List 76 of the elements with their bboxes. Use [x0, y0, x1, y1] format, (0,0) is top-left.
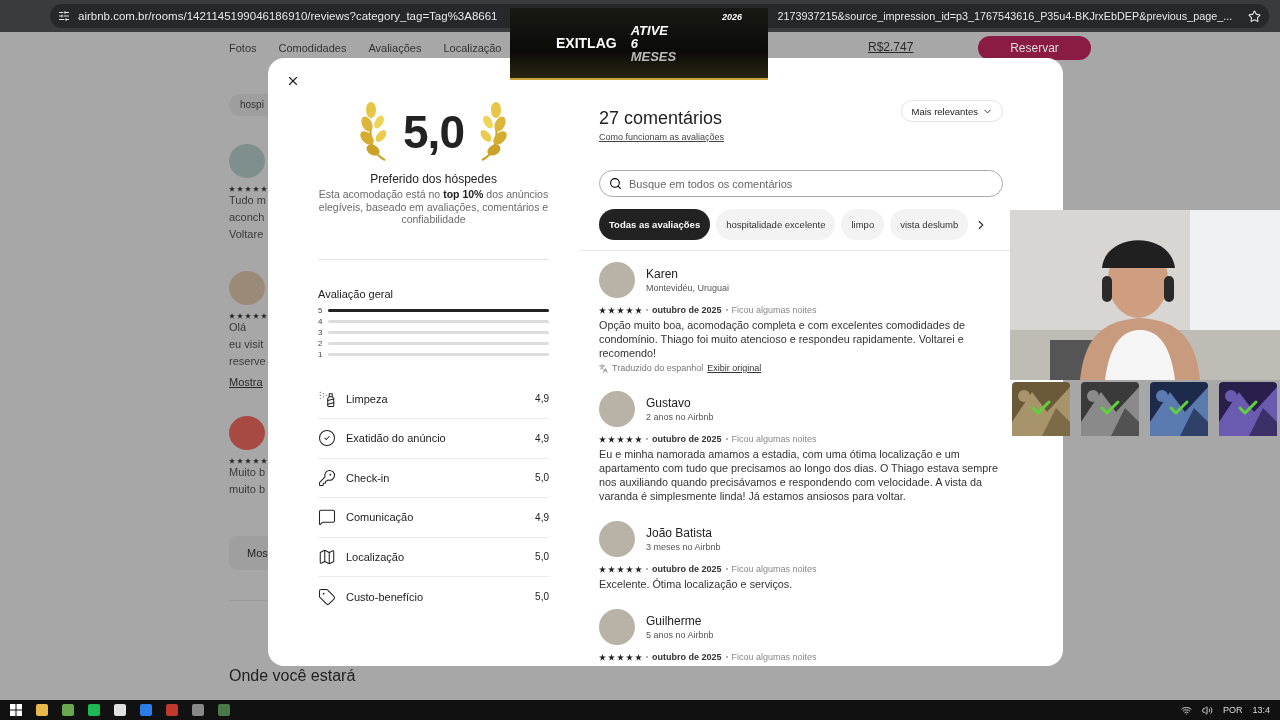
filter-chip[interactable]: hospitalidade excelente: [716, 209, 836, 240]
filter-chip[interactable]: vista deslumb: [890, 209, 969, 240]
reviewer-info: Montevidéu, Uruguai: [646, 283, 730, 293]
review-text: Eu e minha namorada amamos a estadia, com uma ótima localização e um apartamento com tudo que precisamos ao longo dos dias. O Thiago estava sempre nos auxiliando quando precisávamos e respondendo com velocidade. A vista da varanda é simplesmente linda! Já estamos ansiosos para voltar.: [599, 447, 999, 503]
stay-length: Ficou algumas noites: [731, 652, 817, 662]
nav-link[interactable]: Localização: [443, 42, 502, 54]
category-label: Comunicação: [346, 511, 415, 524]
review-text: Excelente. Ótima localização e serviços.: [599, 577, 794, 591]
rating-level-label: 4: [318, 316, 323, 326]
badge-description: Esta acomodação está no top 10% dos anúncios elegíveis, baseado em avaliações, comentários e confiabilidade: [318, 188, 549, 226]
url-text: airbnb.com.br/rooms/1421145199046186910/reviews?category_tag=Tag%3A8661: [78, 10, 498, 22]
ad-text: 6: [630, 36, 639, 50]
reviewer-info: 2 anos no Airbnb: [646, 412, 714, 422]
review-text: Opção muito boa, acomodação completa e com excelentes comodidades de condomínio. Thiago foi muito atencioso e respondeu rapidamente. Voltarei e recomendo!: [599, 318, 967, 360]
reviewer-info: 5 anos no Airbnb: [646, 630, 714, 640]
section-title: Onde você estará: [229, 667, 357, 685]
clock[interactable]: 13:4: [1252, 705, 1270, 715]
ad-text: ATIVE: [630, 23, 670, 37]
category-score: 4,9: [535, 511, 549, 523]
review-text: aconch: [229, 210, 266, 225]
stay-length: Ficou algumas noites: [731, 434, 817, 444]
rating-score: 5,0: [403, 105, 464, 159]
filter-chip[interactable]: Todas as avaliações: [599, 209, 711, 240]
reviews-title: 27 comentários: [599, 108, 724, 129]
badge-title: Preferido dos hóspedes: [369, 172, 498, 186]
search-field[interactable]: Busque em todos os comentários: [599, 170, 1003, 197]
rating-level-label: 3: [318, 327, 323, 337]
category-label: Localização: [346, 550, 406, 563]
review-text: Voltare: [229, 227, 265, 242]
review-text: muito b: [229, 482, 267, 497]
reviewer-name: Gustavo: [646, 396, 692, 410]
help-link[interactable]: Como funcionam as avaliações: [599, 132, 725, 142]
section-title: Avaliação geral: [318, 287, 394, 300]
ad-text: MESES: [630, 49, 677, 63]
reviewer-name: Karen: [646, 267, 680, 281]
rating-level-label: 1: [318, 349, 323, 359]
review-date: outubro de 2025: [652, 652, 722, 662]
language-indicator[interactable]: POR: [1222, 705, 1243, 715]
stay-length: Ficou algumas noites: [731, 564, 817, 574]
reviewer-name: Guilherme: [646, 614, 703, 628]
reviewer-info: 3 meses no Airbnb: [646, 542, 721, 552]
ad-year: 2026: [721, 12, 742, 22]
category-score: 5,0: [535, 551, 549, 563]
reviewer-name: João Batista: [646, 526, 714, 540]
brand-name: EXITLAG: [556, 35, 617, 51]
nav-link[interactable]: Avaliações: [368, 42, 422, 54]
rating-level-label: 5: [318, 305, 323, 315]
category-score: 4,9: [535, 432, 549, 444]
translation-note: Traduzido do espanhol: [612, 363, 704, 373]
url-text: 2173937215&source_impression_id=p3_1767543616_P35u4-BKJrxEbDEP&previous_page_...: [777, 10, 1233, 22]
rating-level-label: 2: [318, 338, 323, 348]
review-date: outubro de 2025: [652, 564, 722, 574]
category-score: 5,0: [535, 472, 549, 484]
category-label: Custo-benefício: [346, 590, 425, 603]
review-date: outubro de 2025: [652, 305, 722, 315]
review-date: outubro de 2025: [652, 434, 722, 444]
nav-link[interactable]: Comodidades: [278, 42, 347, 54]
review-text: eu visit: [229, 337, 265, 352]
stay-length: Ficou algumas noites: [731, 305, 817, 315]
reserve-button[interactable]: Reservar: [978, 36, 1091, 60]
price: R$2.747: [868, 40, 915, 54]
review-text: Tudo m: [229, 193, 267, 208]
sort-dropdown[interactable]: Mais relevantes: [901, 100, 1003, 122]
category-score: 4,9: [535, 393, 549, 405]
review-text: Muito b: [229, 465, 267, 480]
review-text: Olá: [229, 320, 248, 335]
filter-chip[interactable]: limpo: [841, 209, 885, 240]
category-label: Limpeza: [346, 392, 389, 405]
show-more-link[interactable]: Mostra: [229, 376, 268, 388]
show-original-link[interactable]: Exibir original: [707, 363, 762, 373]
category-label: Check-in: [346, 471, 391, 484]
nav-link[interactable]: Fotos: [229, 42, 257, 54]
category-score: 5,0: [535, 591, 549, 603]
category-label: Exatidão do anúncio: [346, 432, 447, 445]
ad-banner[interactable]: EXITLAG ATIVE 6 MESES 2026: [510, 8, 768, 80]
review-text: reserve: [229, 354, 267, 369]
